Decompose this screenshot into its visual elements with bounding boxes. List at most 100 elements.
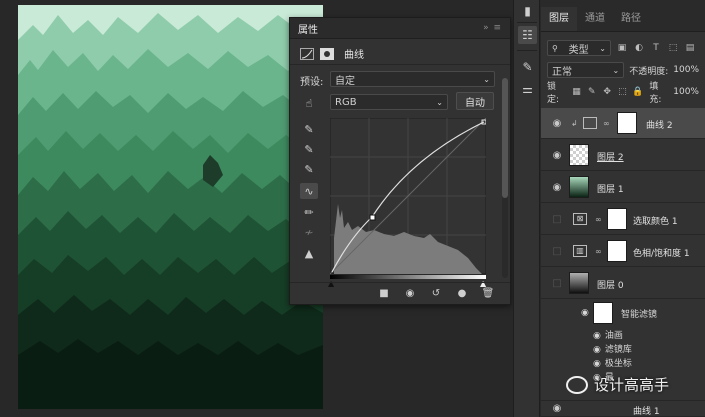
- view-previous-icon[interactable]: ◉: [402, 287, 418, 301]
- layer-name[interactable]: 选取颜色 1: [633, 214, 678, 227]
- smart-filters-row[interactable]: ◉ 智能滤镜: [541, 300, 705, 326]
- properties-bottom-bar: ■ ◉ ↺ ● 🗑: [290, 282, 510, 304]
- eye-icon[interactable]: ◉: [593, 345, 601, 355]
- gradient-thumbnail: [569, 176, 589, 198]
- adjustments-properties-icon[interactable]: ☷: [518, 26, 537, 44]
- smart-filter-item[interactable]: ◉ 极坐标: [593, 356, 632, 369]
- chevron-down-icon: ⌄: [612, 65, 620, 75]
- link-icon: ∞: [595, 214, 602, 224]
- panel-dock-strip: ▮ ☷ ✎ ⚌: [513, 0, 540, 417]
- layer-name[interactable]: 图层 1: [597, 182, 624, 195]
- clip-to-layer-icon[interactable]: ■: [376, 287, 392, 301]
- eye-icon[interactable]: ◉: [593, 331, 601, 341]
- clipping-arrow-icon: ↲: [571, 118, 578, 128]
- tab-layers[interactable]: 图层: [541, 7, 577, 31]
- layer-row-curves-2[interactable]: ◉ ↲ ∞ 曲线 2: [541, 108, 705, 139]
- smart-object-thumbnail: [569, 272, 589, 294]
- eye-hidden-icon[interactable]: □: [551, 214, 563, 225]
- fill-value[interactable]: 100%: [673, 87, 699, 97]
- smart-filter-item[interactable]: ◉ 滤镜库: [593, 342, 632, 355]
- eyedropper-white-icon[interactable]: ✎: [300, 161, 318, 177]
- eye-icon[interactable]: ◉: [593, 359, 601, 369]
- eyedropper-black-icon[interactable]: ✎: [300, 121, 318, 137]
- lock-position-icon[interactable]: ✥: [601, 86, 612, 98]
- eye-icon[interactable]: ◉: [551, 150, 563, 161]
- properties-header[interactable]: 属性 » ≡: [290, 18, 510, 39]
- lock-label: 锁定:: [547, 82, 560, 105]
- lock-transparent-icon[interactable]: ▦: [571, 86, 582, 98]
- link-icon: ∞: [603, 118, 610, 128]
- curves-adjustment-icon: [583, 117, 597, 129]
- layer-mask-thumbnail[interactable]: [607, 240, 627, 262]
- layer-row-selective-color[interactable]: □ ⊠ ∞ 选取颜色 1: [541, 204, 705, 235]
- transparent-thumbnail: [569, 144, 589, 166]
- eye-icon[interactable]: ◉: [551, 118, 563, 129]
- auto-button[interactable]: 自动: [456, 92, 494, 110]
- channel-select[interactable]: RGB ⌄: [330, 94, 448, 110]
- filter-adjustment-icon[interactable]: ◐: [633, 42, 645, 54]
- layer-row-layer-0[interactable]: □ 图层 0: [541, 268, 705, 299]
- wechat-icon: [566, 375, 588, 394]
- target-adjust-icon[interactable]: ☝: [300, 95, 318, 111]
- tab-paths[interactable]: 路径: [613, 7, 649, 31]
- filter-value: 类型: [568, 44, 589, 56]
- eye-icon[interactable]: ◉: [551, 182, 563, 193]
- search-icon: ⚲: [552, 43, 558, 53]
- mask-icon[interactable]: [320, 47, 334, 60]
- sliders-icon[interactable]: ⚌: [518, 80, 537, 98]
- layer-row-curves-1[interactable]: ◉ 曲线 1: [541, 400, 705, 417]
- filter-pixel-icon[interactable]: ▣: [616, 42, 628, 54]
- reset-icon[interactable]: ↺: [428, 287, 444, 301]
- curves-graph[interactable]: [330, 118, 486, 280]
- layer-filter-select[interactable]: ⚲ 类型 ⌄: [547, 40, 611, 56]
- preset-select[interactable]: 自定 ⌄: [330, 71, 495, 87]
- brush-icon[interactable]: ✎: [518, 58, 537, 76]
- visibility-eye-icon[interactable]: ●: [454, 287, 470, 301]
- trash-icon[interactable]: 🗑: [480, 287, 496, 301]
- filter-row: ⚲ 类型 ⌄ ▣ ◐ T ⬚ ▤: [541, 38, 705, 58]
- layer-row-layer-1[interactable]: ◉ 图层 1: [541, 172, 705, 203]
- layer-name[interactable]: 图层 0: [597, 278, 624, 291]
- eye-hidden-icon[interactable]: □: [551, 278, 563, 289]
- layer-row-layer-2[interactable]: ◉ 图层 2: [541, 140, 705, 171]
- properties-scrollbar[interactable]: [502, 78, 508, 278]
- panel-menu-icon[interactable]: » ≡: [483, 23, 502, 33]
- blend-mode-select[interactable]: 正常 ⌄: [547, 62, 625, 78]
- layer-name[interactable]: 色相/饱和度 1: [633, 246, 690, 259]
- layer-name[interactable]: 曲线 1: [633, 404, 660, 417]
- smooth-icon[interactable]: ≁: [300, 224, 318, 240]
- hue-saturation-icon: ▥: [573, 245, 587, 257]
- filter-type-icon[interactable]: T: [650, 42, 662, 54]
- layer-row-hue-saturation[interactable]: □ ▥ ∞ 色相/饱和度 1: [541, 236, 705, 267]
- layer-name[interactable]: 图层 2: [597, 150, 624, 163]
- eyedropper-gray-icon[interactable]: ✎: [300, 141, 318, 157]
- filter-shape-icon[interactable]: ⬚: [667, 42, 679, 54]
- layer-name[interactable]: 曲线 2: [646, 118, 673, 131]
- layer-mask-thumbnail[interactable]: [617, 112, 637, 134]
- layers-panel[interactable]: 图层 通道 路径 ⚲ 类型 ⌄ ▣ ◐ T ⬚ ▤ 正常 ⌄ 不透明度: 100…: [541, 0, 705, 417]
- adjustment-name: 曲线: [344, 50, 364, 61]
- lock-artboard-icon[interactable]: ⬚: [617, 86, 628, 98]
- link-icon: ∞: [595, 246, 602, 256]
- opacity-value[interactable]: 100%: [673, 65, 699, 75]
- smart-filter-item[interactable]: ◉ 油画: [593, 328, 623, 341]
- lock-pixels-icon[interactable]: ✎: [586, 86, 597, 98]
- blend-row: 正常 ⌄ 不透明度: 100%: [541, 60, 705, 80]
- pencil-icon[interactable]: ✏: [300, 204, 318, 220]
- lock-all-icon[interactable]: 🔒: [632, 86, 643, 98]
- filter-smart-icon[interactable]: ▤: [684, 42, 696, 54]
- chevron-down-icon: ⌄: [436, 97, 443, 107]
- eye-icon[interactable]: ◉: [581, 308, 589, 318]
- history-icon[interactable]: ▮: [518, 2, 537, 20]
- curve-point-tool-icon[interactable]: ∿: [300, 183, 318, 199]
- properties-panel[interactable]: 属性 » ≡ 曲线 预设: 自定 ⌄ ☝ RGB ⌄ 自动 ✎ ✎ ✎ ∿ ✏ …: [289, 17, 511, 305]
- layer-mask-thumbnail[interactable]: [607, 208, 627, 230]
- preset-value: 自定: [335, 75, 355, 87]
- tab-channels[interactable]: 通道: [577, 7, 613, 31]
- watermark-text: 设计高高手: [594, 376, 670, 394]
- channel-value: RGB: [335, 96, 357, 108]
- smart-filter-mask[interactable]: [593, 302, 613, 324]
- clipping-warning-icon[interactable]: ▲: [300, 245, 318, 261]
- eye-hidden-icon[interactable]: □: [551, 246, 563, 257]
- eye-icon[interactable]: ◉: [551, 403, 563, 414]
